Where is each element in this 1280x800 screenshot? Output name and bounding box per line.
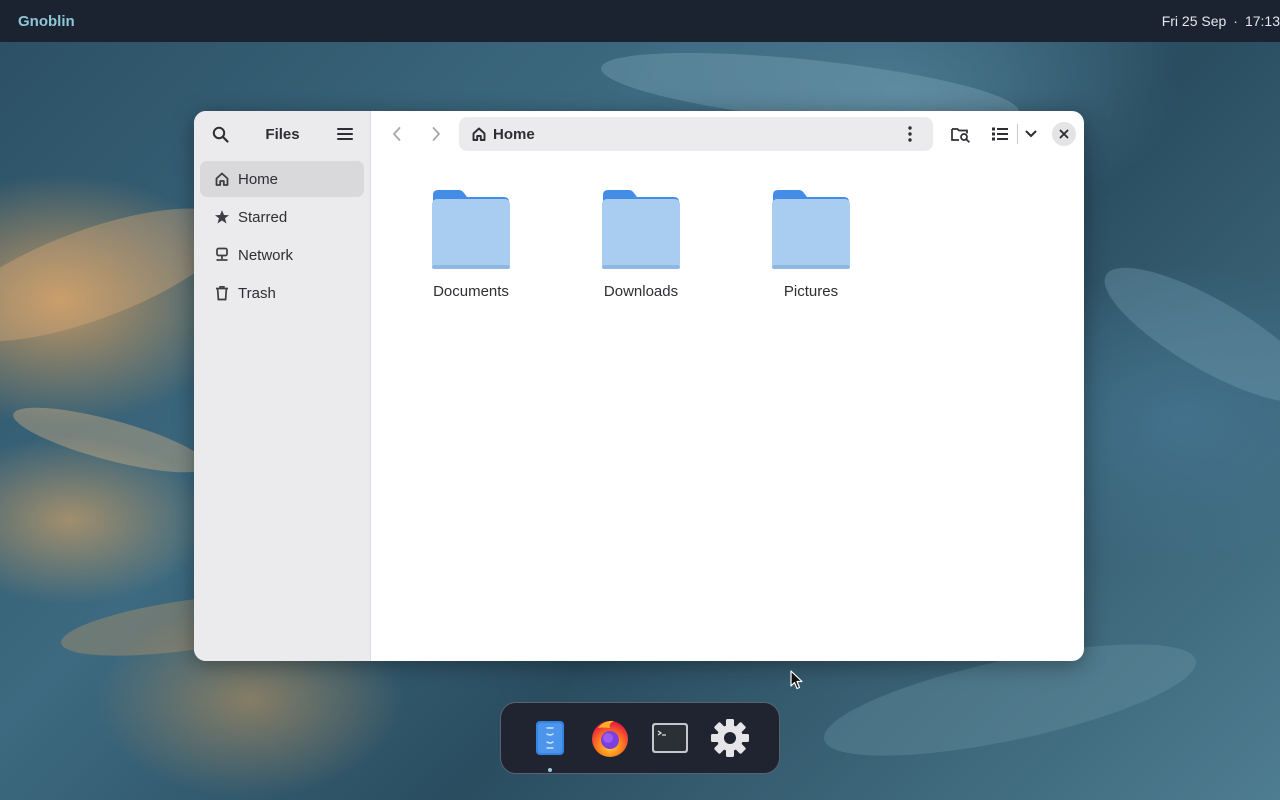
sidebar-item-label: Home	[238, 170, 279, 188]
sidebar-item-label: Starred	[238, 208, 288, 226]
chevron-left-icon	[393, 127, 401, 141]
list-view-icon	[992, 127, 1008, 141]
sidebar-places: Home Starred Network Trash	[194, 157, 370, 317]
chevron-down-icon	[1025, 130, 1037, 137]
hamburger-menu-icon	[337, 128, 353, 140]
sidebar-item-starred[interactable]: Starred	[200, 199, 364, 235]
sidebar-header: Files	[194, 111, 370, 157]
sidebar-item-network[interactable]: Network	[200, 237, 364, 273]
path-crumb-label: Home	[493, 125, 535, 143]
file-item-pictures[interactable]: Pictures	[751, 189, 921, 300]
forward-button[interactable]	[420, 118, 452, 150]
chevron-right-icon	[432, 127, 440, 141]
clock[interactable]: Fri 25 Sep · 17:13	[1162, 13, 1280, 29]
sidebar-item-home[interactable]: Home	[200, 161, 364, 197]
path-menu-button[interactable]	[897, 121, 923, 147]
terminal-icon	[652, 723, 688, 753]
dock-app-files[interactable]	[526, 714, 574, 772]
files-app-icon	[536, 721, 564, 755]
dock-app-firefox[interactable]	[586, 714, 634, 762]
file-name: Downloads	[603, 283, 679, 300]
sidebar-item-trash[interactable]: Trash	[200, 275, 364, 311]
path-crumb-home[interactable]: Home	[471, 126, 535, 143]
search-icon	[212, 126, 229, 143]
mouse-cursor-icon	[790, 670, 803, 690]
activities-brand[interactable]: Gnoblin	[18, 13, 75, 30]
star-icon	[213, 209, 230, 226]
folder-search-icon	[950, 127, 970, 143]
view-options-button[interactable]	[1020, 119, 1042, 149]
clock-time: 17:13	[1244, 13, 1280, 29]
firefox-icon	[592, 720, 628, 757]
clock-separator: ·	[1233, 13, 1238, 29]
file-item-downloads[interactable]: Downloads	[581, 189, 751, 300]
main-content: Home Documents Downloads Pictures	[371, 111, 1084, 661]
home-icon	[213, 171, 230, 188]
sidebar-item-label: Network	[238, 246, 294, 264]
folder-icon	[432, 190, 510, 269]
vertical-dots-icon	[908, 126, 912, 142]
close-icon	[1059, 129, 1069, 139]
sidebar-item-label: Trash	[238, 284, 276, 302]
view-divider	[1017, 124, 1018, 144]
view-list-button[interactable]	[985, 119, 1015, 149]
sidebar-title: Files	[265, 125, 300, 143]
file-name: Pictures	[783, 283, 839, 300]
file-grid: Documents Downloads Pictures	[411, 189, 921, 300]
folder-icon	[602, 190, 680, 269]
dock-app-settings[interactable]	[706, 714, 754, 762]
top-panel: Gnoblin Fri 25 Sep · 17:13	[0, 0, 1280, 42]
search-folder-button[interactable]	[945, 119, 975, 149]
folder-icon	[772, 190, 850, 269]
running-indicator	[548, 768, 552, 772]
search-button[interactable]	[207, 121, 233, 147]
dock-app-terminal[interactable]	[646, 714, 694, 762]
close-window-button[interactable]	[1052, 122, 1076, 146]
back-button[interactable]	[381, 118, 413, 150]
files-window: Files Home Starred Network Trash Home Do…	[194, 111, 1084, 661]
network-icon	[213, 247, 230, 264]
trash-icon	[213, 285, 230, 302]
toolbar-actions	[945, 119, 1076, 149]
dock	[500, 702, 780, 774]
sidebar: Files Home Starred Network Trash	[194, 111, 371, 661]
clock-date: Fri 25 Sep	[1161, 13, 1227, 29]
settings-gear-icon	[711, 719, 749, 757]
header-bar: Home	[371, 111, 1084, 157]
home-icon	[472, 127, 486, 141]
file-name: Documents	[433, 283, 509, 300]
file-item-documents[interactable]: Documents	[411, 189, 581, 300]
main-menu-button[interactable]	[332, 121, 358, 147]
path-bar[interactable]: Home	[459, 117, 933, 151]
